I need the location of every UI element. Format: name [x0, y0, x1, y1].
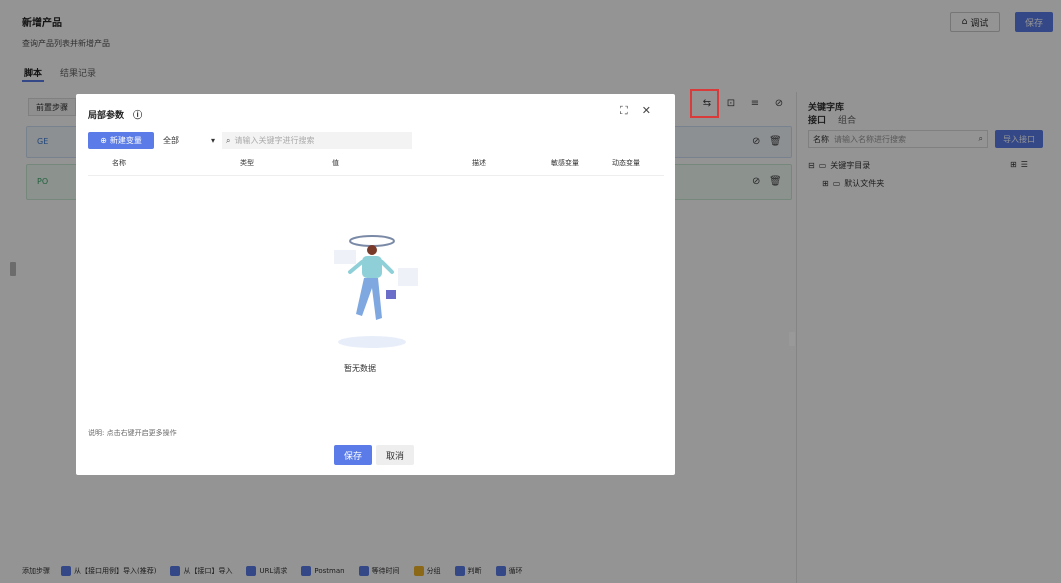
- highlight-box: [690, 89, 719, 118]
- variable-search-input[interactable]: ⌕ 请输入关键字进行搜索: [222, 132, 412, 149]
- empty-illustration: [334, 235, 418, 348]
- column-header-description: 描述: [472, 159, 486, 167]
- search-icon: ⌕: [226, 135, 231, 145]
- new-variable-label: 新建变量: [109, 136, 142, 145]
- modal-title-text: 局部参数: [88, 111, 125, 121]
- column-header-name: 名称: [112, 159, 126, 167]
- right-collapse-handle[interactable]: [789, 332, 795, 346]
- filter-value: 全部: [163, 136, 179, 145]
- column-header-value: 值: [332, 159, 339, 167]
- chevron-down-icon: ▾: [210, 136, 215, 145]
- search-placeholder: 请输入关键字进行搜索: [234, 136, 315, 145]
- help-icon[interactable]: ⓘ: [133, 111, 142, 121]
- modal-title: 局部参数 ⓘ: [88, 108, 142, 121]
- column-header-sensitive: 敏感变量: [551, 159, 579, 167]
- fullscreen-icon[interactable]: ⛶: [620, 104, 628, 118]
- new-variable-button[interactable]: ⊕ 新建变量: [88, 132, 154, 149]
- modal-window-controls: ⛶ ✕: [620, 104, 651, 118]
- close-icon[interactable]: ✕: [642, 104, 651, 118]
- modal-note: 说明: 点击右键开启更多操作: [88, 429, 177, 437]
- empty-state-text: 暂无数据: [344, 364, 376, 373]
- modal-save-button[interactable]: 保存: [334, 445, 372, 465]
- filter-select[interactable]: 全部 ▾: [160, 132, 218, 149]
- column-header-type: 类型: [240, 159, 254, 167]
- modal-cancel-button[interactable]: 取消: [376, 445, 414, 465]
- column-header-dynamic: 动态变量: [612, 159, 640, 167]
- table-header-divider: [88, 175, 664, 176]
- add-variable-icon: ⊕: [100, 136, 107, 145]
